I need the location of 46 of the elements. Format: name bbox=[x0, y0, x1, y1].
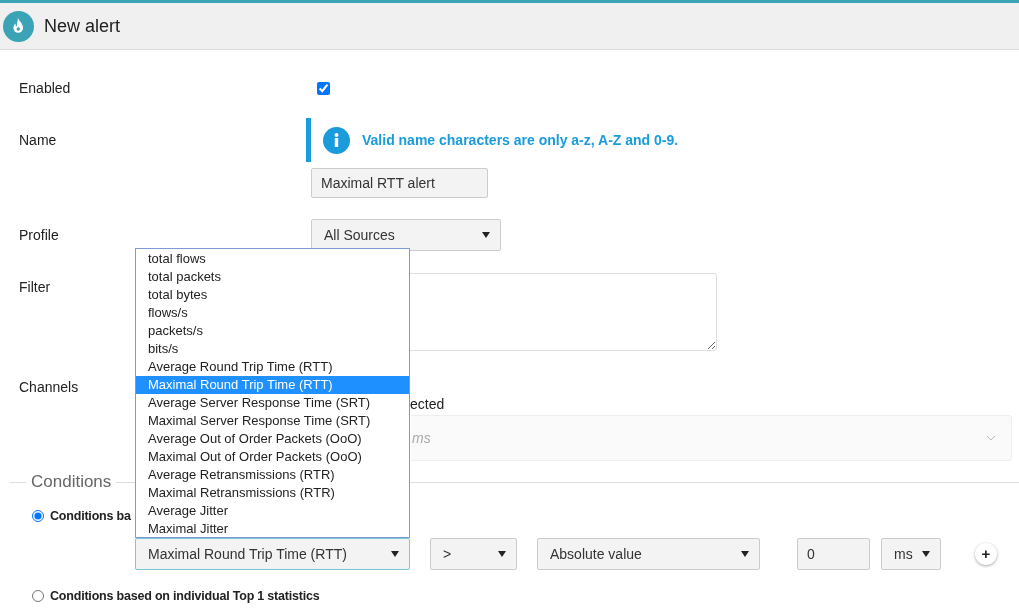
section-legend: Conditions bbox=[26, 472, 117, 492]
caret-icon bbox=[391, 551, 399, 557]
name-input[interactable]: Maximal RTT alert bbox=[311, 168, 488, 198]
caret-icon bbox=[922, 551, 930, 557]
dropdown-option[interactable]: total flows bbox=[136, 250, 409, 268]
dropdown-option[interactable]: total packets bbox=[136, 268, 409, 286]
chevron-down-icon bbox=[986, 435, 996, 441]
statistic-select[interactable]: Maximal Round Trip Time (RTT) bbox=[135, 538, 410, 570]
dropdown-option[interactable]: Maximal Jitter bbox=[136, 520, 409, 538]
dropdown-option[interactable]: Average Server Response Time (SRT) bbox=[136, 394, 409, 412]
caret-icon bbox=[482, 232, 490, 238]
info-icon bbox=[323, 126, 350, 154]
channels-caption: ected bbox=[410, 396, 445, 412]
field-label: Name bbox=[19, 131, 57, 150]
mode-radio[interactable] bbox=[32, 510, 44, 522]
profile-select[interactable]: All Sources bbox=[311, 219, 501, 251]
unit-select[interactable]: ms bbox=[881, 538, 941, 570]
field-label: Profile bbox=[19, 226, 59, 245]
dropdown-option[interactable]: flows/s bbox=[136, 304, 409, 322]
mode-label: Conditions ba bbox=[50, 509, 131, 523]
mode-radio[interactable] bbox=[32, 590, 44, 602]
caret-icon bbox=[741, 551, 749, 557]
dropdown-option[interactable]: bits/s bbox=[136, 340, 409, 358]
field-label: Enabled bbox=[19, 80, 71, 96]
add-condition-button[interactable]: + bbox=[975, 543, 997, 565]
channels-select[interactable]: ms bbox=[411, 415, 1012, 461]
operator-select[interactable]: > bbox=[430, 538, 517, 570]
field-label: Filter bbox=[19, 279, 51, 295]
dropdown-option[interactable]: packets/s bbox=[136, 322, 409, 340]
threshold-input[interactable]: 0 bbox=[797, 538, 870, 570]
mode-label: Conditions based on individual Top 1 statistics bbox=[50, 589, 320, 603]
field-label: Channels bbox=[19, 379, 79, 395]
dropdown-option[interactable]: Average Retransmissions (RTR) bbox=[136, 466, 409, 484]
page-title: New alert bbox=[44, 15, 121, 37]
dropdown-option[interactable]: Maximal Server Response Time (SRT) bbox=[136, 412, 409, 430]
dropdown-option[interactable]: Average Jitter bbox=[136, 502, 409, 520]
flame-icon bbox=[3, 10, 34, 42]
dropdown-option[interactable]: Maximal Retransmissions (RTR) bbox=[136, 484, 409, 502]
comparison-select[interactable]: Absolute value bbox=[537, 538, 760, 570]
dropdown-option[interactable]: Average Round Trip Time (RTT) bbox=[136, 358, 409, 376]
dropdown-option[interactable]: Average Out of Order Packets (OoO) bbox=[136, 430, 409, 448]
enabled-checkbox[interactable] bbox=[317, 82, 330, 95]
hint-text: Valid name characters are only a-z, A-Z and 0-9. bbox=[362, 132, 679, 148]
dropdown-option[interactable]: Maximal Out of Order Packets (OoO) bbox=[136, 448, 409, 466]
caret-icon bbox=[498, 551, 506, 557]
dropdown-option[interactable]: total bytes bbox=[136, 286, 409, 304]
